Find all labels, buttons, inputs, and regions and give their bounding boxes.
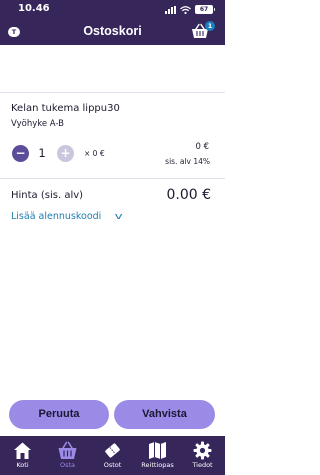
tab-home[interactable]: Koti xyxy=(0,436,45,475)
tab-journey-planner[interactable]: Reittiopas xyxy=(135,436,180,475)
cancel-button[interactable]: Peruuta xyxy=(9,400,109,429)
map-icon xyxy=(149,442,166,459)
battery-icon: 67 xyxy=(195,5,215,14)
wifi-icon xyxy=(180,5,191,14)
chevron-down-icon: v xyxy=(114,211,123,222)
increase-quantity-button[interactable]: + xyxy=(57,145,74,162)
ticket-icon xyxy=(105,443,120,458)
unit-price: × 0 € xyxy=(84,149,105,158)
basket-icon xyxy=(58,441,77,459)
status-time: 10.46 xyxy=(18,3,50,14)
confirm-button[interactable]: Vahvista xyxy=(114,400,215,429)
tab-buy[interactable]: Osta xyxy=(45,436,90,475)
status-bar: 10.46 67 xyxy=(0,0,225,20)
total-label: Hinta (sis. alv) xyxy=(11,190,84,201)
divider xyxy=(0,178,225,179)
tab-label: Tiedot xyxy=(192,461,213,469)
ticket-zone: Vyöhyke A-B xyxy=(11,119,65,129)
tab-label: Koti xyxy=(16,461,29,469)
line-vat: sis. alv 14% xyxy=(165,157,210,166)
divider xyxy=(0,92,225,93)
tab-label: Reittiopas xyxy=(141,461,174,469)
plus-icon: + xyxy=(60,146,71,160)
signal-icon xyxy=(165,5,176,14)
total-value: 0.00 € xyxy=(166,187,211,203)
tab-info[interactable]: Tiedot xyxy=(180,436,225,475)
tab-label: Osta xyxy=(59,461,76,469)
cart-button[interactable]: 1 xyxy=(191,21,215,41)
decrease-quantity-button[interactable]: − xyxy=(12,145,29,162)
tab-label: Ostot xyxy=(103,461,122,469)
discount-label: Lisää alennuskoodi xyxy=(11,211,102,222)
tab-purchases[interactable]: Ostot xyxy=(90,436,135,475)
gear-icon xyxy=(193,441,212,460)
cart-count-badge: 1 xyxy=(205,21,215,31)
quantity-value: 1 xyxy=(38,146,46,160)
status-icons: 67 xyxy=(165,5,215,14)
line-total: 0 € xyxy=(195,142,209,152)
home-icon xyxy=(14,442,31,459)
add-discount-code-link[interactable]: Lisää alennuskoodi v xyxy=(11,211,123,222)
minus-icon: − xyxy=(15,146,26,160)
ticket-title: Kelan tukema lippu30 xyxy=(11,103,120,114)
app-header: T Ostoskori 1 xyxy=(0,20,225,45)
bottom-tab-bar: Koti Osta Ostot Reittiopas Tiedot xyxy=(0,436,225,475)
